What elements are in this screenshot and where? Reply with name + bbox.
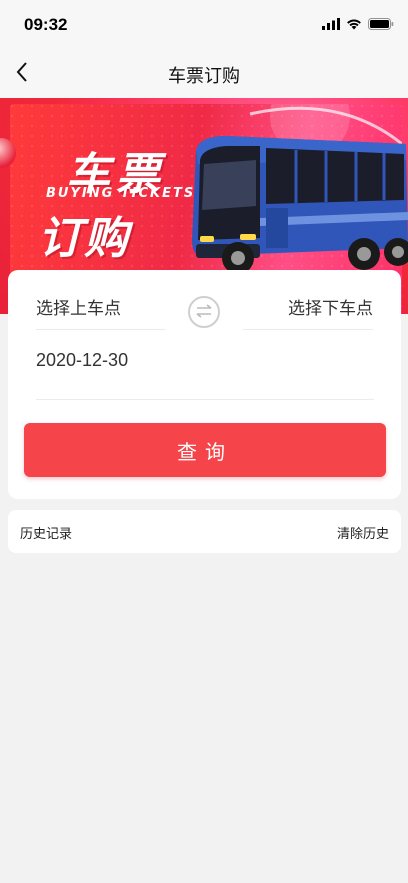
status-bar: 09:32 — [0, 0, 408, 50]
battery-icon — [368, 15, 394, 34]
wifi-icon — [346, 15, 362, 34]
arrival-point-field[interactable]: 选择下车点 — [243, 288, 373, 330]
clear-history-button[interactable]: 清除历史 — [337, 523, 389, 542]
query-button[interactable]: 查询 — [24, 423, 386, 477]
banner-title-line2: 订购 — [38, 213, 130, 264]
status-icons — [322, 17, 394, 31]
status-time: 09:32 — [24, 15, 68, 34]
ticket-form-card: 选择上车点 选择下车点 2020-12-30 查询 — [8, 270, 401, 499]
page-title: 车票订购 — [168, 66, 240, 87]
departure-point-field[interactable]: 选择上车点 — [36, 288, 166, 330]
signal-icon — [322, 15, 340, 34]
bus-illustration — [186, 120, 408, 280]
history-label: 历史记录 — [20, 527, 73, 542]
nav-bar: 车票订购 — [0, 50, 408, 98]
swap-icon — [195, 303, 213, 322]
swap-stations-button[interactable] — [188, 296, 220, 328]
history-bar: 历史记录 清除历史 — [8, 510, 401, 553]
banner-subtitle: BUYING TICKETS — [46, 186, 196, 201]
date-field[interactable]: 2020-12-30 — [36, 350, 374, 400]
